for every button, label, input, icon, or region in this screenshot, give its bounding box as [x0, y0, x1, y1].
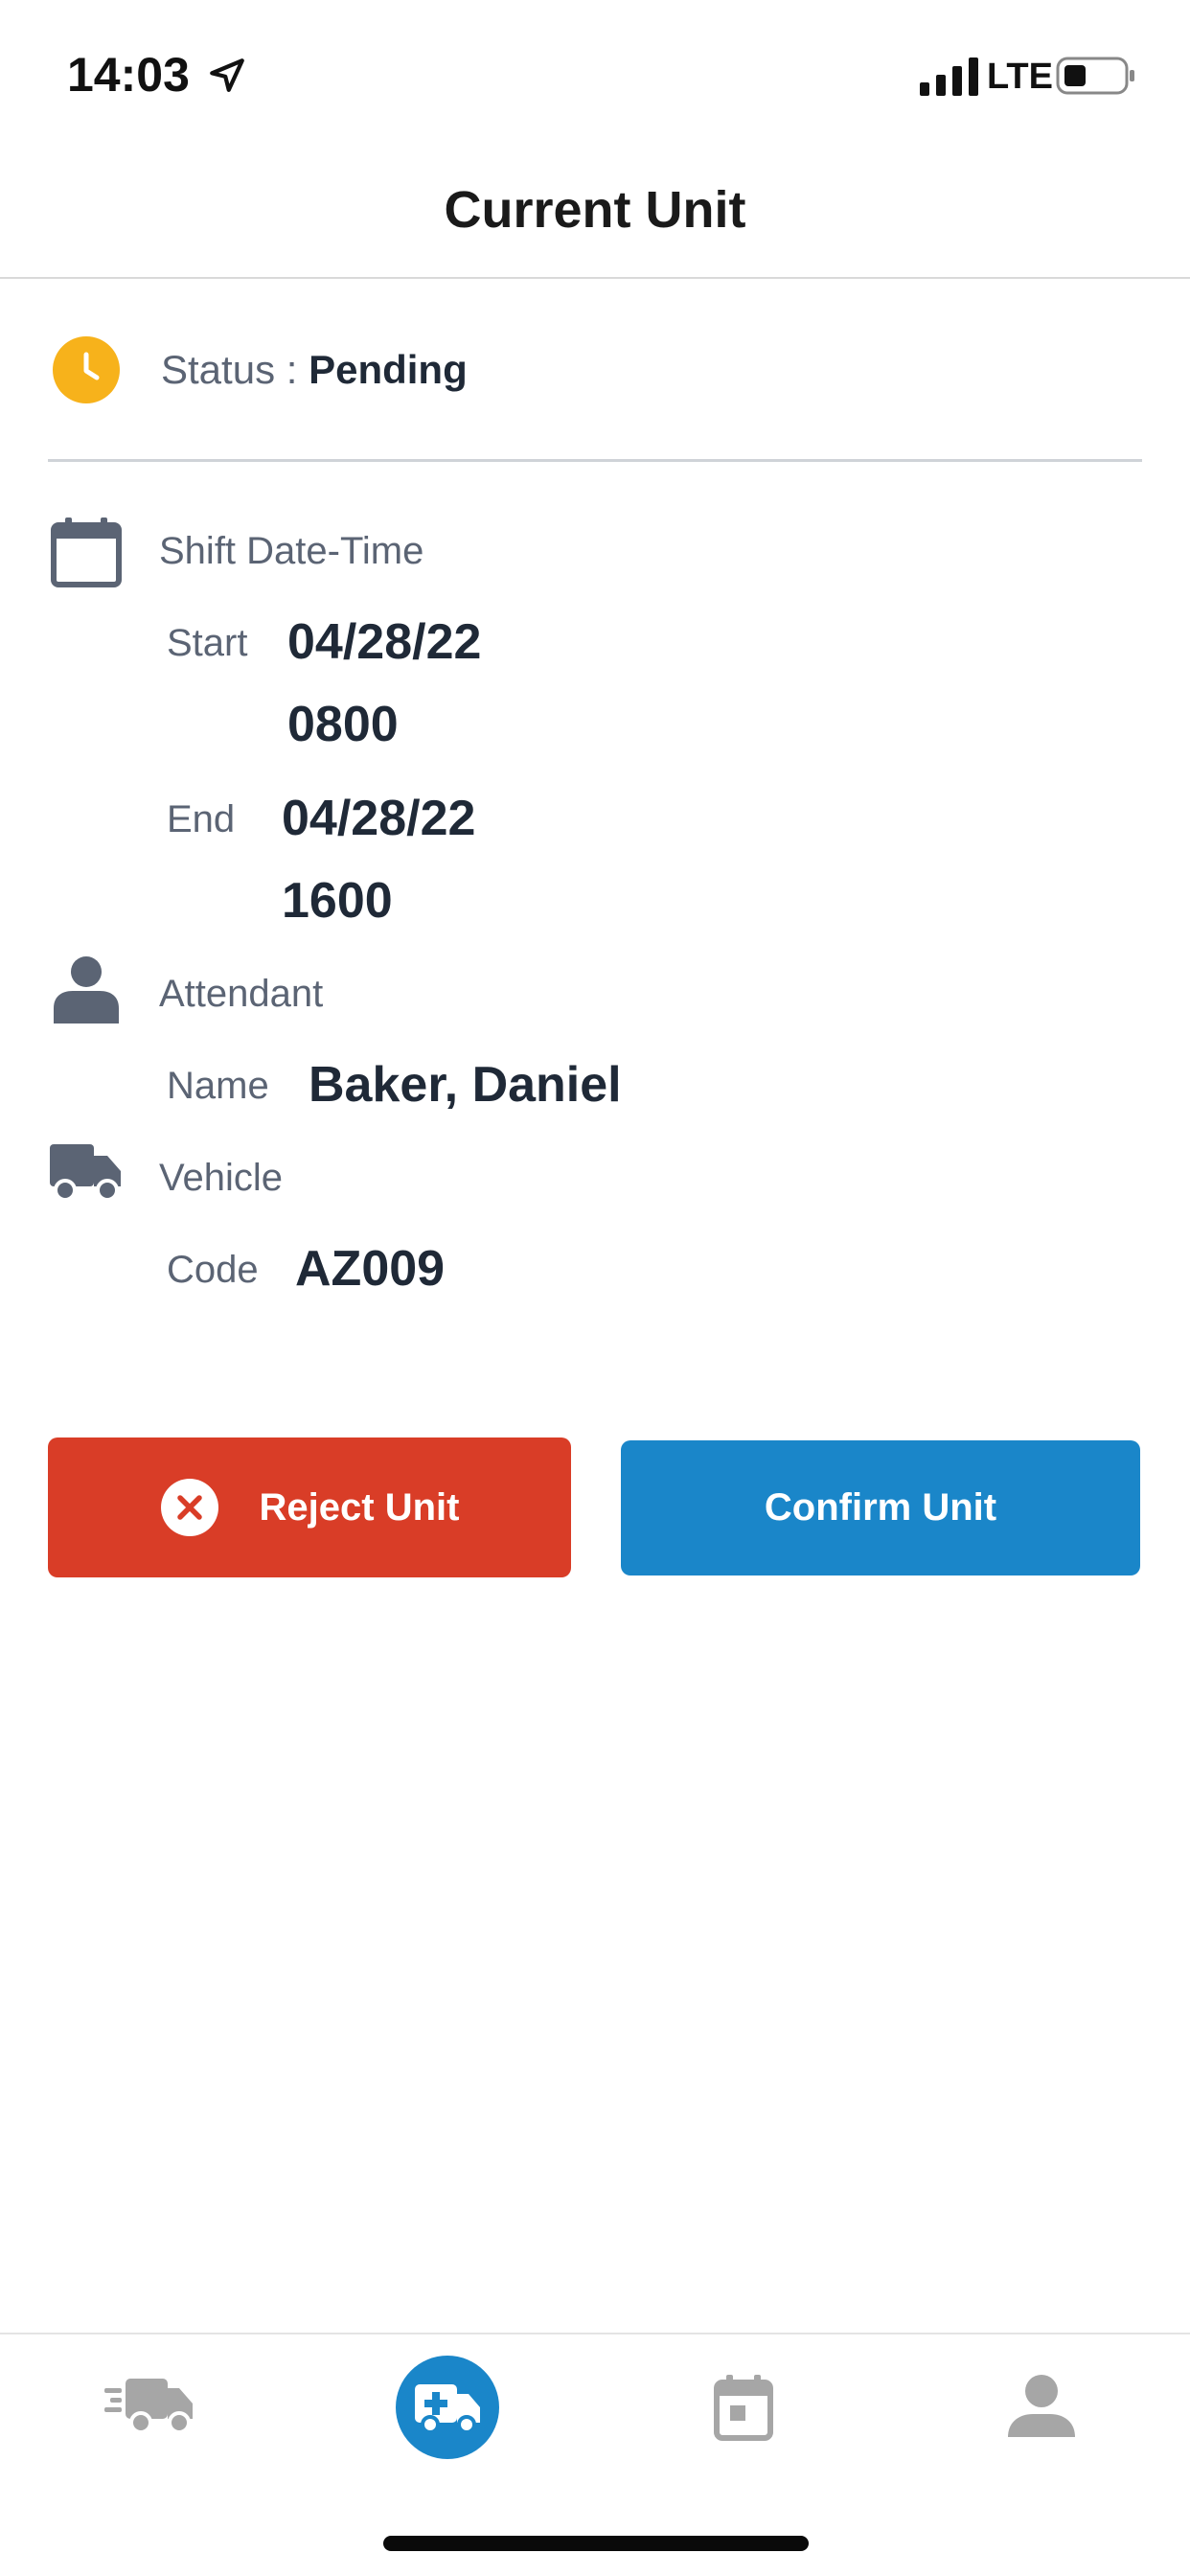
nav-tab-current-unit[interactable]	[396, 2356, 499, 2459]
status-bar-time: 14:03	[67, 48, 190, 102]
shift-section-title: Shift Date-Time	[159, 530, 424, 572]
shift-start-label: Start	[167, 622, 248, 664]
status-divider	[48, 459, 1142, 462]
location-arrow-icon	[210, 58, 244, 92]
person-icon	[54, 956, 119, 1024]
reject-unit-button[interactable]: Reject Unit	[48, 1438, 571, 1577]
home-indicator	[383, 2536, 809, 2551]
bottom-nav-divider	[0, 2333, 1190, 2334]
nav-tab-units[interactable]	[96, 2367, 201, 2444]
vehicle-code-value: AZ009	[295, 1241, 446, 1297]
ambulance-icon	[415, 2384, 480, 2434]
vehicle-section-title: Vehicle	[159, 1157, 283, 1199]
nav-active-indicator	[396, 2356, 499, 2459]
attendant-name-value: Baker, Daniel	[309, 1057, 622, 1113]
page-title: Current Unit	[444, 181, 746, 239]
clock-icon	[53, 336, 120, 403]
nav-tab-profile[interactable]	[1000, 2367, 1083, 2448]
profile-icon	[1008, 2375, 1075, 2437]
calendar-day-icon	[714, 2375, 773, 2441]
shift-end-time: 1600	[282, 873, 393, 929]
header-divider	[0, 277, 1190, 279]
confirm-unit-button[interactable]: Confirm Unit	[621, 1440, 1140, 1576]
attendant-name-label: Name	[167, 1065, 269, 1107]
truck-fast-icon	[104, 2379, 193, 2434]
nav-tab-schedule[interactable]	[703, 2367, 784, 2448]
confirm-unit-label: Confirm Unit	[764, 1486, 997, 1529]
battery-icon	[1056, 57, 1134, 95]
vehicle-code-label: Code	[167, 1249, 259, 1291]
reject-unit-label: Reject Unit	[259, 1485, 460, 1529]
shift-start-date: 04/28/22	[287, 614, 482, 670]
x-circle-icon	[160, 1479, 218, 1536]
status-value: Pending	[309, 347, 468, 392]
calendar-icon	[51, 518, 122, 587]
shift-start-time: 0800	[287, 697, 399, 752]
status-row: Status : Pending	[161, 345, 468, 395]
truck-icon	[50, 1144, 121, 1202]
shift-end-date: 04/28/22	[282, 791, 476, 846]
shift-end-label: End	[167, 798, 236, 840]
attendant-section-title: Attendant	[159, 973, 324, 1015]
network-type-label: LTE	[987, 57, 1053, 97]
status-label: Status :	[161, 347, 309, 392]
cellular-signal-icon	[920, 58, 978, 96]
